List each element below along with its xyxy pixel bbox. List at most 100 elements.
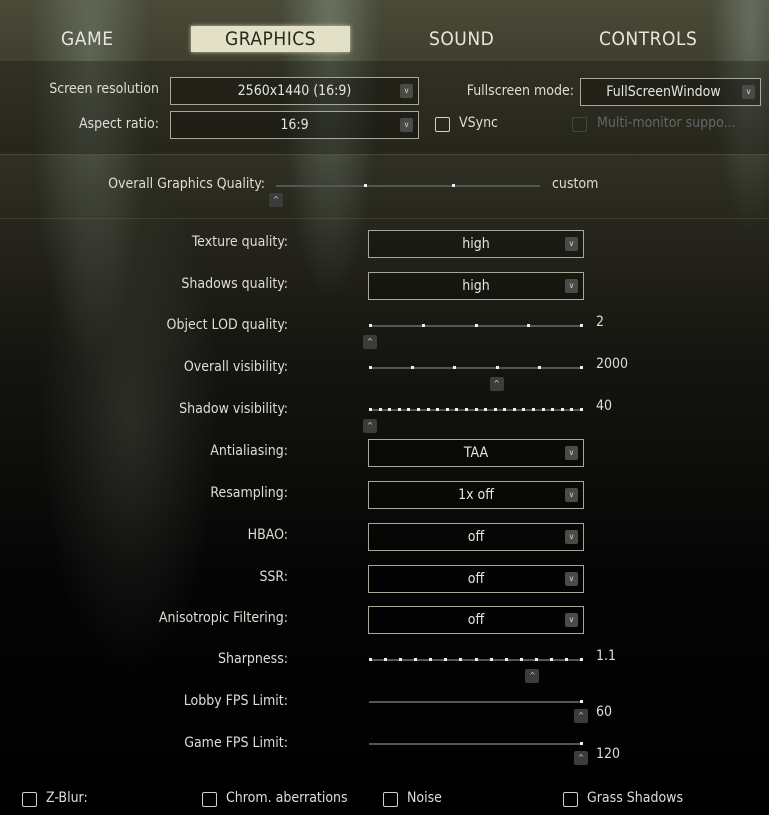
setting-dropdown[interactable]: off v bbox=[368, 606, 584, 634]
setting-dropdown[interactable]: high v bbox=[368, 230, 584, 258]
slider-tick bbox=[580, 408, 583, 411]
checkbox[interactable] bbox=[563, 792, 578, 807]
setting-dropdown[interactable]: off v bbox=[368, 523, 584, 551]
setting-slider[interactable]: ^ bbox=[369, 742, 588, 765]
slider-tick bbox=[444, 658, 448, 661]
setting-value: 2 bbox=[596, 314, 605, 330]
slider-thumb[interactable]: ^ bbox=[574, 751, 588, 765]
fullscreen-mode-dropdown[interactable]: FullScreenWindow v bbox=[580, 78, 761, 106]
chevron-down-icon: v bbox=[565, 530, 578, 544]
slider-thumb[interactable]: ^ bbox=[269, 193, 283, 207]
slider-tick bbox=[484, 408, 488, 411]
top-panel bbox=[0, 61, 769, 155]
tab-game[interactable]: GAME bbox=[61, 26, 114, 52]
slider-thumb[interactable]: ^ bbox=[363, 419, 377, 433]
vsync-checkbox[interactable] bbox=[435, 117, 450, 132]
overall-quality-label: Overall Graphics Quality: bbox=[108, 176, 265, 192]
slider-tick bbox=[411, 366, 415, 369]
chevron-down-icon: v bbox=[565, 446, 578, 460]
slider-tick bbox=[399, 658, 403, 661]
slider-tick bbox=[429, 658, 433, 661]
slider-tick bbox=[495, 366, 499, 369]
slider-tick bbox=[453, 366, 457, 369]
slider-tick bbox=[369, 408, 372, 411]
chevron-down-icon: v bbox=[400, 84, 413, 98]
slider-tick bbox=[452, 184, 455, 187]
slider-tick bbox=[537, 366, 541, 369]
slider-tick bbox=[436, 408, 440, 411]
setting-value: 60 bbox=[596, 704, 613, 720]
slider-tick bbox=[532, 408, 536, 411]
slider-tick bbox=[512, 408, 516, 411]
checkbox[interactable] bbox=[202, 792, 217, 807]
setting-label: Shadow visibility: bbox=[179, 401, 288, 417]
setting-dropdown[interactable]: 1x off v bbox=[368, 481, 584, 509]
checkbox-label: Chrom. aberrations bbox=[226, 790, 348, 806]
slider-tick bbox=[580, 700, 583, 703]
multi-monitor-checkbox[interactable] bbox=[572, 117, 587, 132]
setting-value: 2000 bbox=[596, 356, 629, 372]
checkbox[interactable] bbox=[22, 792, 37, 807]
slider-tick bbox=[504, 658, 508, 661]
dropdown-value: 16:9 bbox=[280, 117, 309, 133]
dropdown-value: off bbox=[467, 612, 485, 628]
setting-label: Overall visibility: bbox=[183, 359, 288, 375]
setting-label: Texture quality: bbox=[191, 234, 288, 250]
screen-resolution-dropdown[interactable]: 2560x1440 (16:9) v bbox=[170, 77, 419, 105]
setting-slider[interactable]: ^ bbox=[369, 700, 588, 723]
slider-tick bbox=[549, 658, 553, 661]
slider-tick bbox=[527, 324, 531, 327]
setting-label: Lobby FPS Limit: bbox=[183, 693, 288, 709]
slider-tick bbox=[534, 658, 538, 661]
setting-slider[interactable]: ^ bbox=[369, 366, 583, 391]
slider-tick bbox=[503, 408, 507, 411]
setting-label: Game FPS Limit: bbox=[184, 735, 288, 751]
setting-slider[interactable]: ^ bbox=[369, 658, 583, 683]
checkbox[interactable] bbox=[383, 792, 398, 807]
slider-tick bbox=[541, 408, 545, 411]
slider-tick bbox=[580, 324, 583, 327]
slider-tick bbox=[421, 324, 425, 327]
slider-tick bbox=[397, 408, 401, 411]
tab-sound[interactable]: SOUND bbox=[429, 26, 494, 52]
multi-monitor-label: Multi-monitor suppo... bbox=[597, 115, 736, 131]
slider-tick bbox=[455, 408, 459, 411]
setting-slider[interactable]: ^ bbox=[363, 324, 583, 349]
fullscreen-mode-label: Fullscreen mode: bbox=[466, 83, 574, 99]
setting-label: Object LOD quality: bbox=[166, 317, 288, 333]
slider-tick bbox=[416, 408, 420, 411]
overall-quality-slider[interactable]: ^ bbox=[269, 184, 540, 207]
slider-tick bbox=[464, 408, 468, 411]
slider-tick bbox=[570, 408, 574, 411]
dropdown-value: 2560x1440 (16:9) bbox=[237, 83, 352, 99]
slider-thumb[interactable]: ^ bbox=[489, 377, 504, 391]
overall-quality-value: custom bbox=[552, 176, 599, 192]
dropdown-value: TAA bbox=[463, 445, 489, 461]
setting-label: HBAO: bbox=[247, 527, 288, 543]
slider-thumb[interactable]: ^ bbox=[525, 669, 540, 683]
tab-controls[interactable]: CONTROLS bbox=[599, 26, 697, 52]
slider-tick bbox=[384, 658, 388, 661]
slider-tick bbox=[364, 184, 367, 187]
dropdown-value: off bbox=[467, 571, 485, 587]
slider-tick bbox=[445, 408, 449, 411]
divider bbox=[0, 218, 769, 219]
slider-thumb[interactable]: ^ bbox=[574, 709, 588, 723]
slider-tick bbox=[551, 408, 555, 411]
tab-graphics[interactable]: GRAPHICS bbox=[191, 26, 351, 52]
checkbox-label: Z-Blur: bbox=[46, 790, 88, 806]
setting-value: 40 bbox=[596, 398, 613, 414]
slider-tick bbox=[426, 408, 430, 411]
setting-dropdown[interactable]: TAA v bbox=[368, 439, 584, 467]
setting-slider[interactable]: ^ bbox=[363, 408, 583, 433]
slider-tick bbox=[489, 658, 493, 661]
slider-tick bbox=[560, 408, 564, 411]
setting-dropdown[interactable]: off v bbox=[368, 565, 584, 593]
slider-tick bbox=[388, 408, 392, 411]
checkbox-label: Grass Shadows bbox=[587, 790, 684, 806]
setting-dropdown[interactable]: high v bbox=[368, 272, 584, 300]
slider-thumb[interactable]: ^ bbox=[363, 335, 377, 349]
slider-tick bbox=[493, 408, 497, 411]
aspect-ratio-dropdown[interactable]: 16:9 v bbox=[170, 111, 419, 139]
chevron-down-icon: v bbox=[565, 613, 578, 627]
